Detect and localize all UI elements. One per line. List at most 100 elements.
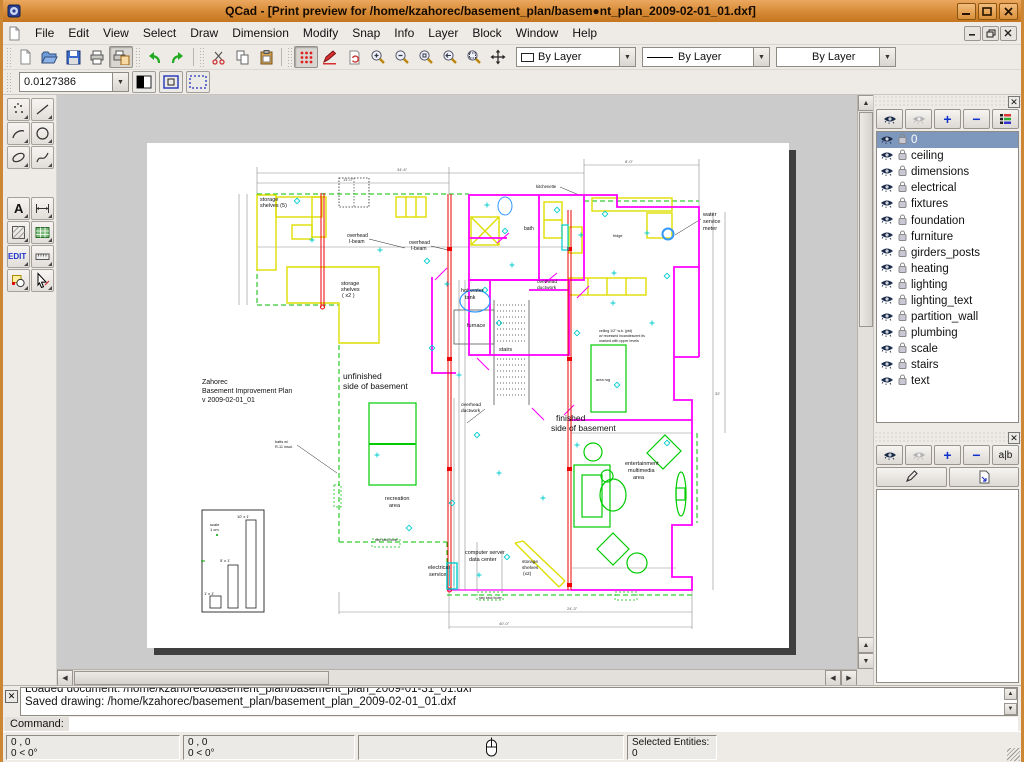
tool-circles-button[interactable] — [31, 122, 54, 145]
print-button[interactable] — [85, 46, 109, 68]
menu-edit[interactable]: Edit — [61, 23, 96, 43]
layer-visibility-icon[interactable] — [880, 278, 894, 291]
layer-panel-grip[interactable]: ✕ — [874, 95, 1021, 108]
history-scroll-down[interactable]: ▼ — [1004, 703, 1017, 715]
layer-row-text[interactable]: text — [877, 373, 1018, 389]
layer-visibility-icon[interactable] — [880, 150, 894, 163]
layer-visibility-icon[interactable] — [880, 246, 894, 259]
tool-images-button[interactable] — [31, 221, 54, 244]
add-layer-button[interactable]: + — [934, 109, 961, 129]
menu-info[interactable]: Info — [387, 23, 421, 43]
redraw-button[interactable] — [342, 46, 366, 68]
layer-row-heating[interactable]: heating — [877, 261, 1018, 277]
menu-window[interactable]: Window — [509, 23, 566, 43]
layer-lock-icon[interactable] — [898, 133, 907, 147]
zoom-previous-button[interactable] — [438, 46, 462, 68]
page-borders-button[interactable] — [186, 71, 210, 93]
zoom-out-button[interactable] — [390, 46, 414, 68]
scroll-left-button-2[interactable]: ◀ — [825, 670, 841, 685]
layer-lock-icon[interactable] — [898, 358, 907, 372]
linetype-combo[interactable]: By Layer▼ — [642, 47, 770, 67]
draw-mode-button[interactable] — [318, 46, 342, 68]
menu-help[interactable]: Help — [565, 23, 604, 43]
layer-lock-icon[interactable] — [898, 149, 907, 163]
layer-row-scale[interactable]: scale — [877, 341, 1018, 357]
menu-file[interactable]: File — [28, 23, 61, 43]
tool-ellipses-button[interactable] — [7, 146, 30, 169]
linetype-combo-arrow[interactable]: ▼ — [753, 48, 769, 66]
tool-text-button[interactable]: A — [7, 197, 30, 220]
color-combo[interactable]: By Layer▼ — [516, 47, 636, 67]
mdi-minimize-button[interactable] — [964, 26, 981, 41]
add-block-button[interactable]: + — [934, 445, 961, 465]
menu-block[interactable]: Block — [465, 23, 508, 43]
layer-lock-icon[interactable] — [898, 197, 907, 211]
layer-lock-icon[interactable] — [898, 342, 907, 356]
width-combo[interactable]: By Layer▼ — [776, 47, 896, 67]
layer-row-dimensions[interactable]: dimensions — [877, 164, 1018, 180]
menu-select[interactable]: Select — [136, 23, 183, 43]
scale-combo-arrow[interactable]: ▼ — [112, 73, 128, 91]
document-icon[interactable] — [7, 26, 22, 41]
tool-select-button[interactable] — [31, 269, 54, 292]
layer-visibility-icon[interactable] — [880, 198, 894, 211]
zoom-auto-button[interactable] — [414, 46, 438, 68]
open-file-button[interactable] — [37, 46, 61, 68]
layer-row-foundation[interactable]: foundation — [877, 212, 1018, 228]
command-input[interactable] — [69, 717, 1018, 731]
new-document-button[interactable] — [13, 46, 37, 68]
tool-points-button[interactable] — [7, 98, 30, 121]
hide-all-blocks-button[interactable] — [905, 445, 932, 465]
layer-visibility-icon[interactable] — [880, 375, 894, 388]
layer-row-fixtures[interactable]: fixtures — [877, 196, 1018, 212]
edit-block-button[interactable] — [876, 467, 947, 487]
history-scroll-up[interactable]: ▲ — [1004, 688, 1017, 700]
remove-layer-button[interactable]: − — [963, 109, 990, 129]
scroll-up-button-2[interactable]: ▲ — [858, 637, 873, 653]
layer-visibility-icon[interactable] — [880, 359, 894, 372]
drawing-canvas[interactable]: ZahorecBasement Improvement Planv 2009-0… — [57, 95, 873, 685]
save-file-button[interactable] — [61, 46, 85, 68]
black-white-mode-button[interactable] — [132, 71, 156, 93]
layer-lock-icon[interactable] — [898, 374, 907, 388]
redo-button[interactable] — [166, 46, 190, 68]
layer-row-partition_wall[interactable]: partition_wall — [877, 309, 1018, 325]
layer-visibility-icon[interactable] — [880, 166, 894, 179]
pan-button[interactable] — [486, 46, 510, 68]
color-combo-arrow[interactable]: ▼ — [619, 48, 635, 66]
scroll-up-button[interactable]: ▲ — [858, 95, 873, 111]
layer-lock-icon[interactable] — [898, 230, 907, 244]
layer-visibility-icon[interactable] — [880, 182, 894, 195]
print-preview-button[interactable] — [109, 46, 133, 68]
draft-mode-button[interactable] — [159, 71, 183, 93]
vertical-scroll-thumb[interactable] — [859, 112, 873, 327]
zoom-window-button[interactable] — [462, 46, 486, 68]
tool-blocks-button[interactable] — [7, 269, 30, 292]
layer-row-lighting[interactable]: lighting — [877, 277, 1018, 293]
layer-lock-icon[interactable] — [898, 165, 907, 179]
horizontal-scrollbar[interactable]: ◀ ◀ ▶ — [57, 669, 857, 685]
menu-modify[interactable]: Modify — [296, 23, 345, 43]
layer-lock-icon[interactable] — [898, 214, 907, 228]
menu-draw[interactable]: Draw — [183, 23, 225, 43]
scroll-down-button[interactable]: ▼ — [858, 653, 873, 669]
tool-edit-button[interactable]: EDIT — [7, 245, 30, 268]
copy-button[interactable] — [230, 46, 254, 68]
scale-combo[interactable]: 0.0127386 ▼ — [19, 72, 129, 92]
vertical-scrollbar[interactable]: ▲ ▲ ▼ — [857, 95, 873, 669]
layer-lock-icon[interactable] — [898, 278, 907, 292]
layer-lock-icon[interactable] — [898, 310, 907, 324]
layer-row-stairs[interactable]: stairs — [877, 357, 1018, 373]
resize-grip[interactable] — [1007, 748, 1020, 761]
menu-view[interactable]: View — [96, 23, 136, 43]
paste-button[interactable] — [254, 46, 278, 68]
remove-block-button[interactable]: − — [963, 445, 990, 465]
zoom-in-button[interactable] — [366, 46, 390, 68]
layer-visibility-icon[interactable] — [880, 294, 894, 307]
mdi-close-button[interactable] — [1000, 26, 1017, 41]
block-panel-grip[interactable]: ✕ — [874, 431, 1021, 444]
cut-button[interactable] — [206, 46, 230, 68]
tool-arcs-button[interactable] — [7, 122, 30, 145]
layer-lock-icon[interactable] — [898, 262, 907, 276]
maximize-button[interactable] — [978, 3, 997, 20]
